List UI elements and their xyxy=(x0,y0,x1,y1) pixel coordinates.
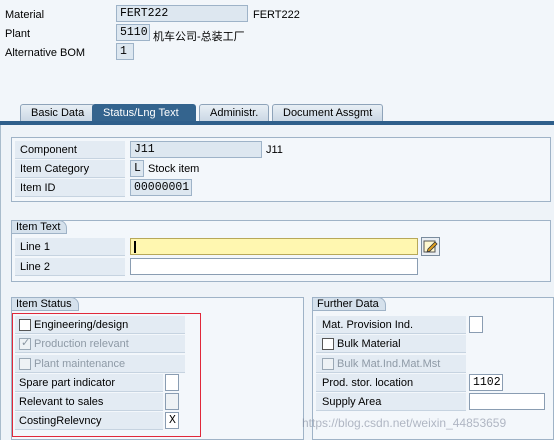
mat-provision-ind-label: Mat. Provision Ind. xyxy=(322,319,414,331)
line1-label: Line 1 xyxy=(20,241,50,253)
bulk-mat-ind-checkbox[interactable] xyxy=(322,358,334,370)
item-category-label: Item Category xyxy=(20,163,90,175)
mat-provision-ind-field[interactable] xyxy=(469,316,483,333)
item-group: Component J11 J11 Item Category L Stock … xyxy=(11,137,551,202)
item-category-field[interactable]: L xyxy=(130,160,144,177)
bulk-material-label: Bulk Material xyxy=(337,338,401,350)
supply-area-field[interactable] xyxy=(469,393,545,410)
component-field[interactable]: J11 xyxy=(130,141,262,158)
highlight-annotation-box xyxy=(12,313,201,437)
tab-document-assgmt[interactable]: Document Assgmt xyxy=(272,104,384,122)
long-text-editor-button[interactable] xyxy=(421,237,440,256)
supply-area-label: Supply Area xyxy=(322,396,382,408)
line2-label: Line 2 xyxy=(20,261,50,273)
component-label: Component xyxy=(20,144,77,156)
item-text-title: Item Text xyxy=(11,220,68,234)
item-category-description: Stock item xyxy=(148,163,200,175)
material-description: FERT222 xyxy=(253,9,300,21)
item-id-field[interactable]: 00000001 xyxy=(130,179,192,196)
material-label: Material xyxy=(5,9,45,21)
edit-pencil-icon xyxy=(423,240,438,253)
bulk-mat-ind-label: Bulk Mat.Ind.Mat.Mst xyxy=(337,358,441,370)
prod-stor-location-field[interactable]: 1102 xyxy=(469,374,503,391)
plant-label: Plant xyxy=(5,28,31,40)
text-caret xyxy=(134,241,136,253)
item-id-label: Item ID xyxy=(20,182,56,194)
prod-stor-location-label: Prod. stor. location xyxy=(322,377,414,389)
watermark-text: https://blog.csdn.net/weixin_44853659 xyxy=(302,416,507,430)
further-data-title: Further Data xyxy=(312,297,386,311)
plant-description: 机车公司-总装工厂 xyxy=(153,31,245,43)
plant-field[interactable]: 5110 xyxy=(116,24,150,41)
component-description: J11 xyxy=(266,144,283,156)
alternative-bom-label: Alternative BOM xyxy=(5,47,86,59)
bulk-material-checkbox[interactable] xyxy=(322,338,334,350)
tab-administr[interactable]: Administr. xyxy=(199,104,270,122)
item-status-title: Item Status xyxy=(11,297,79,311)
alternative-bom-field[interactable]: 1 xyxy=(116,43,134,60)
line1-input[interactable] xyxy=(130,238,418,255)
line2-input[interactable] xyxy=(130,258,418,275)
tab-status-lng-text[interactable]: Status/Lng Text xyxy=(92,104,196,122)
tab-basic-data[interactable]: Basic Data xyxy=(20,104,96,122)
item-text-group: Item Text Line 1 Line 2 xyxy=(11,220,551,282)
material-field[interactable]: FERT222 xyxy=(116,5,248,22)
